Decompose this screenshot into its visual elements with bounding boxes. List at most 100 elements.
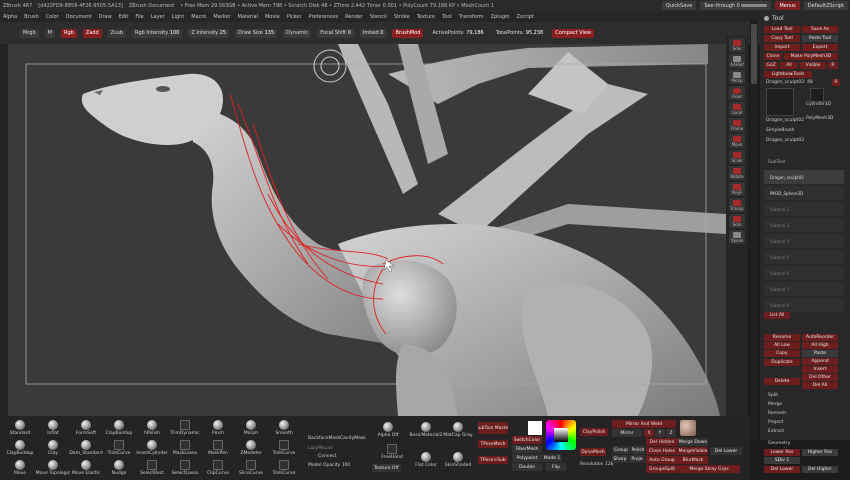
polish-button[interactable]: Polish	[631, 446, 645, 454]
menu-preferences[interactable]: Preferences	[309, 14, 338, 20]
rgb-intensity-slider[interactable]: Rgb Intensity 100	[132, 28, 183, 38]
menu-document[interactable]: Document	[66, 14, 92, 20]
subtool-empty-5[interactable]: Subtool 5	[764, 250, 844, 264]
lazymouse-toggle[interactable]: LazyMouse	[308, 446, 333, 451]
merge-down-button[interactable]: Merge Down	[678, 438, 708, 446]
clone-button[interactable]: Clone	[764, 53, 782, 60]
brush-selectrect[interactable]: SelectRect	[136, 460, 168, 476]
mode1-button[interactable]: Mode 1	[542, 454, 562, 462]
make-polymesh-button[interactable]: Make PolyMesh3D	[784, 53, 838, 60]
tool-name-cylinder[interactable]: Cylinder3D	[806, 102, 831, 107]
mirror-z-button[interactable]: Z	[666, 429, 676, 437]
color-picker-square[interactable]	[554, 428, 568, 442]
del-all-button[interactable]: Del All	[802, 382, 838, 389]
brush-clipcurve[interactable]: ClipCurve	[202, 460, 234, 476]
brush-claybuildup[interactable]: ClayBuildup	[103, 420, 135, 436]
shelf-rotate-button[interactable]: Rotate	[729, 166, 745, 180]
dynamesh-button[interactable]: DynaMesh	[580, 448, 606, 456]
all-low-button[interactable]: All Low	[764, 342, 800, 349]
resolution-slider[interactable]: Resolution 128	[580, 462, 614, 467]
auto-group-button[interactable]: Auto Group	[646, 456, 678, 464]
mirror-y-button[interactable]: Y	[655, 429, 665, 437]
brush-dam_standard[interactable]: Dam_Standard	[69, 440, 103, 456]
polypaint-button[interactable]: Polypaint	[512, 454, 542, 462]
menu-file[interactable]: File	[135, 14, 143, 20]
goz-button[interactable]: GoZ	[764, 62, 778, 69]
zsub-button[interactable]: Zsub	[107, 28, 127, 38]
blur-mask-button[interactable]: BlurMask	[678, 456, 708, 464]
connect-toggle[interactable]: Connect	[318, 454, 337, 459]
menu-stencil[interactable]: Stencil	[370, 14, 387, 20]
remesh-section[interactable]: Remesh	[768, 411, 786, 416]
brush-selectlasso[interactable]: SelectLasso	[169, 460, 201, 476]
sculpt-canvas[interactable]	[8, 44, 726, 416]
subtool-empty-8[interactable]: Subtool 8	[764, 298, 844, 312]
duplicate-button[interactable]: Duplicate	[764, 359, 800, 366]
shelf-xpose-button[interactable]: Xpose	[729, 230, 745, 244]
brush-move-topologic[interactable]: Move Topologic	[36, 460, 70, 476]
default-zscript-button[interactable]: DefaultZScript	[803, 1, 848, 10]
lightbox-tools-button[interactable]: Lightbox▸Tools	[764, 71, 812, 78]
lower-res-button[interactable]: Lower Res	[764, 449, 800, 456]
tpose-sub-button[interactable]: TPose>Sub	[478, 456, 508, 464]
save-as-button[interactable]: Save As	[802, 26, 838, 33]
material-thumb-skin[interactable]	[680, 420, 696, 436]
del-lower-res-button[interactable]: Del Lower	[764, 466, 800, 473]
subtool-master-button[interactable]: SubTool Master	[478, 422, 508, 434]
higher-res-button[interactable]: Higher Res	[802, 449, 838, 456]
goz-visible-button[interactable]: Visible	[800, 62, 826, 69]
tool-scrollbar[interactable]	[750, 20, 758, 440]
insert-button[interactable]: Insert	[802, 366, 838, 373]
tool-name-simplebrush[interactable]: SimpleBrush	[766, 128, 794, 133]
menu-alpha[interactable]: Alpha	[3, 14, 17, 20]
menu-marker[interactable]: Marker	[213, 14, 230, 20]
brush-pinch[interactable]: Pinch	[202, 420, 234, 436]
mrgb-button[interactable]: Mrgb	[20, 28, 39, 38]
flip-button[interactable]: Flip	[546, 463, 566, 471]
export-button[interactable]: Export	[802, 44, 838, 51]
brush-move[interactable]: Move	[4, 460, 36, 476]
del-other-button[interactable]: Del Other	[802, 374, 838, 381]
menu-material[interactable]: Material	[238, 14, 258, 20]
brush-claybuildup[interactable]: ClayBuildup	[4, 440, 36, 456]
copy-tool-button[interactable]: Copy Tool	[764, 35, 800, 42]
rename-button[interactable]: Rename	[764, 334, 800, 341]
main-color-swatch[interactable]	[528, 421, 542, 435]
backface-mask-toggle[interactable]: BackfaceMask	[308, 436, 340, 441]
see-through-slider[interactable]: See-through 0	[700, 1, 772, 10]
subtool-section-title[interactable]: SubTool	[768, 160, 785, 165]
shelf-floor-button[interactable]: Floor	[729, 86, 745, 100]
menu-texture[interactable]: Texture	[417, 14, 435, 20]
scrollbar-thumb[interactable]	[751, 24, 757, 84]
brush-formsoft[interactable]: FormSoft	[70, 420, 102, 436]
brush-smooth[interactable]: Smooth	[268, 420, 300, 436]
menus-button[interactable]: Menus	[775, 1, 800, 10]
double-button[interactable]: Double	[512, 463, 542, 471]
shelf-move-button[interactable]: Move	[729, 134, 745, 148]
brush-standard[interactable]: Standard	[4, 420, 36, 436]
alpha-off-button[interactable]: Alpha Off	[372, 422, 404, 438]
tool-name-dragon[interactable]: Dragon_sculpt02	[766, 118, 804, 123]
matcap-gray-button[interactable]: MatCap Gray	[442, 422, 474, 438]
del-lower-button[interactable]: Del Lower	[710, 447, 742, 455]
list-all-button[interactable]: List All	[764, 312, 790, 319]
zadd-button[interactable]: Zadd	[82, 28, 102, 38]
brush-trimcurve[interactable]: TrimCurve	[103, 440, 135, 456]
subtool-empty-4[interactable]: Subtool 4	[764, 234, 844, 248]
brush-trimcurve[interactable]: TrimCurve	[268, 460, 300, 476]
mirror-and-weld-button[interactable]: Mirror And Weld	[612, 420, 676, 428]
fibermesh-button[interactable]: FiberMesh	[512, 445, 542, 453]
mirror-button[interactable]: Mirror	[612, 429, 642, 437]
menu-stroke[interactable]: Stroke	[394, 14, 410, 20]
color-picker[interactable]	[546, 420, 576, 450]
brush-trimcurve[interactable]: TrimCurve	[268, 440, 300, 456]
subtool-item-sphere[interactable]: PM3D_Sphere3D	[764, 186, 844, 200]
brush-masklasso[interactable]: MaskLasso	[169, 440, 201, 456]
menu-picker[interactable]: Picker	[287, 14, 302, 20]
import-button[interactable]: Import	[764, 44, 800, 51]
shelf-sdiv-button[interactable]: Sdiv	[729, 38, 745, 52]
menu-edit[interactable]: Edit	[119, 14, 129, 20]
menu-brush[interactable]: Brush	[24, 14, 38, 20]
switch-color-button[interactable]: SwitchColor	[512, 436, 542, 444]
goz-r-button[interactable]: R	[828, 62, 838, 69]
